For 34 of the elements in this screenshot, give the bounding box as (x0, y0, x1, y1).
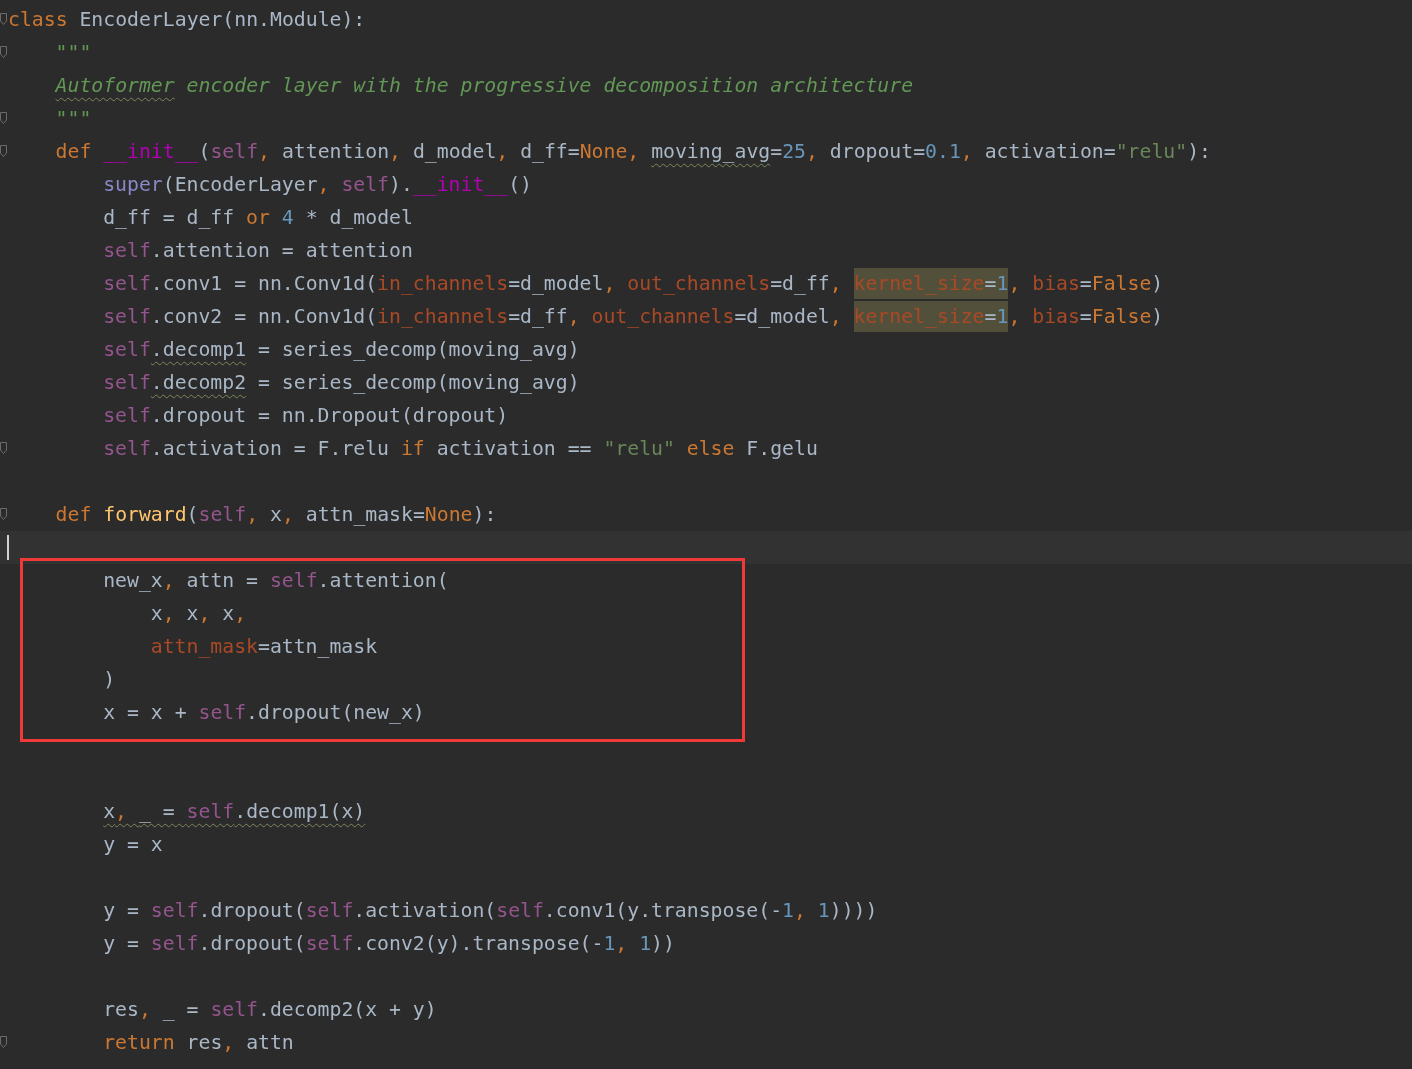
code-line: def forward(self, x, attn_mask=None): (55, 502, 497, 528)
code-line: self.activation = F.relu if activation == "relu" else F.gelu (103, 436, 818, 462)
fold-marker-icon[interactable] (0, 1036, 7, 1048)
fold-marker-icon[interactable] (0, 508, 7, 520)
fold-marker-icon[interactable] (0, 112, 7, 124)
code-line: self.dropout = nn.Dropout(dropout) (103, 403, 509, 429)
code-line: y = self.dropout(self.conv2(y).transpose(-1, 1)) (103, 931, 675, 957)
fold-marker-icon[interactable] (0, 13, 7, 25)
fold-marker-icon[interactable] (0, 145, 7, 157)
fold-marker-icon[interactable] (0, 442, 7, 454)
code-line: x, x, x, (150, 601, 247, 627)
code-line: self.decomp2 = series_decomp(moving_avg) (103, 370, 580, 396)
code-line: new_x, attn = self.attention( (103, 568, 449, 594)
code-line: def __init__(self, attention, d_model, d_ff=None, moving_avg=25, dropout=0.1, activation="relu"): (55, 139, 1211, 165)
code-line: """ (55, 106, 92, 132)
code-line: """ (55, 40, 92, 66)
code-line: ) (103, 667, 116, 693)
code-line: d_ff = d_ff or 4 * d_model (103, 205, 413, 231)
code-line: self.attention = attention (103, 238, 413, 264)
code-line: y = x (103, 832, 163, 858)
code-line: self.conv1 = nn.Conv1d(in_channels=d_model, out_channels=d_ff, kernel_size=1, bias=False) (103, 267, 1164, 300)
code-line: x = x + self.dropout(new_x) (103, 700, 425, 726)
code-line: res, _ = self.decomp2(x + y) (103, 997, 437, 1023)
code-line: Autoformer encoder layer with the progressive decomposition architecture (55, 73, 914, 99)
code-line: attn_mask=attn_mask (150, 634, 378, 660)
fold-marker-icon[interactable] (0, 46, 7, 58)
text-caret (7, 535, 9, 560)
code-line: self.conv2 = nn.Conv1d(in_channels=d_ff, out_channels=d_model, kernel_size=1, bias=False) (103, 300, 1164, 333)
code-line: super(EncoderLayer, self).__init__() (103, 172, 532, 198)
code-line: self.decomp1 = series_decomp(moving_avg) (103, 337, 580, 363)
code-line: y = self.dropout(self.activation(self.conv1(y.transpose(-1, 1)))) (103, 898, 878, 924)
code-line: return res, attn (103, 1030, 294, 1056)
code-line: class EncoderLayer(nn.Module): (8, 7, 366, 33)
code-line: x, _ = self.decomp1(x) (103, 799, 366, 825)
